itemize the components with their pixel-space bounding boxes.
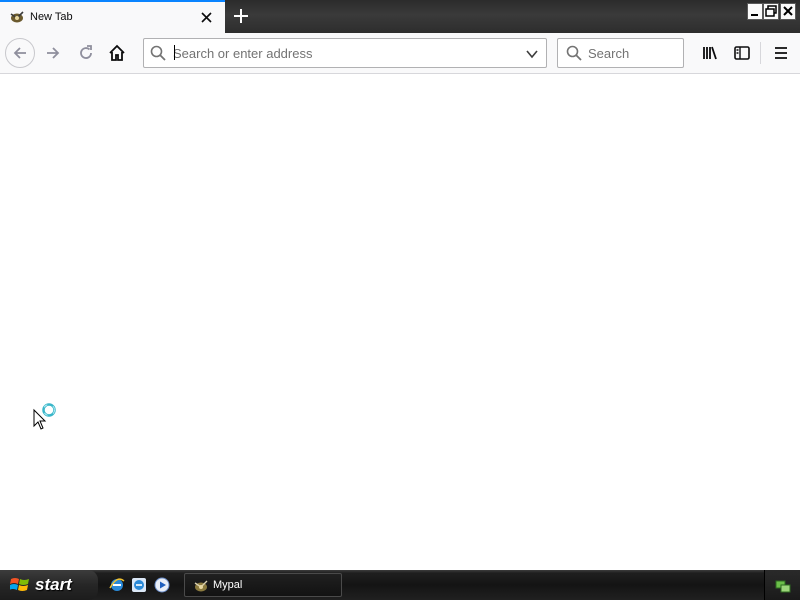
new-tab-button[interactable] bbox=[232, 7, 250, 25]
restore-button[interactable] bbox=[763, 3, 779, 20]
home-button[interactable] bbox=[102, 38, 132, 68]
tab-title: New Tab bbox=[30, 11, 73, 23]
page-content bbox=[0, 74, 800, 570]
close-window-button[interactable] bbox=[780, 3, 796, 20]
minimize-icon bbox=[751, 14, 758, 16]
toolbar-separator bbox=[760, 42, 761, 64]
address-bar[interactable] bbox=[143, 38, 547, 68]
start-button[interactable]: start bbox=[0, 570, 98, 600]
minimize-button[interactable] bbox=[747, 3, 763, 20]
tab-new-tab[interactable]: New Tab bbox=[0, 0, 225, 33]
search-icon bbox=[150, 45, 166, 61]
search-input[interactable] bbox=[588, 43, 678, 63]
network-icon[interactable] bbox=[775, 577, 791, 593]
mypal-icon bbox=[194, 580, 208, 592]
internet-explorer-icon[interactable] bbox=[109, 577, 125, 593]
windows-logo-icon bbox=[10, 578, 29, 591]
text-caret bbox=[174, 45, 175, 60]
library-button[interactable] bbox=[695, 38, 725, 68]
internet-explorer-icon[interactable] bbox=[131, 577, 147, 593]
system-tray bbox=[764, 570, 800, 600]
arrow-left-icon bbox=[13, 47, 26, 59]
navigation-toolbar bbox=[0, 33, 800, 74]
mypal-icon bbox=[10, 11, 24, 23]
taskbar-item-label: Mypal bbox=[213, 579, 243, 591]
reload-icon bbox=[80, 45, 92, 59]
restore-icon bbox=[765, 5, 777, 17]
library-icon bbox=[703, 46, 717, 60]
close-icon bbox=[783, 6, 793, 16]
back-button[interactable] bbox=[5, 38, 35, 68]
search-bar[interactable] bbox=[557, 38, 684, 68]
arrow-right-icon bbox=[47, 47, 60, 59]
sidebar-icon bbox=[734, 46, 750, 60]
tab-strip: New Tab bbox=[0, 0, 800, 33]
menu-button[interactable] bbox=[766, 38, 796, 68]
busy-cursor-icon bbox=[33, 403, 56, 430]
hamburger-menu-icon bbox=[775, 47, 787, 59]
taskbar: start Mypal bbox=[0, 570, 800, 600]
close-icon[interactable] bbox=[199, 10, 214, 25]
chevron-down-icon[interactable] bbox=[525, 47, 539, 61]
forward-button[interactable] bbox=[38, 38, 68, 68]
search-icon bbox=[566, 45, 582, 61]
address-input[interactable] bbox=[173, 43, 513, 63]
taskbar-item-mypal[interactable]: Mypal bbox=[184, 573, 342, 597]
start-label: start bbox=[35, 575, 72, 594]
media-player-icon[interactable] bbox=[154, 577, 170, 593]
reload-button[interactable] bbox=[71, 38, 101, 68]
home-icon bbox=[109, 44, 125, 61]
sidebar-button[interactable] bbox=[727, 38, 757, 68]
